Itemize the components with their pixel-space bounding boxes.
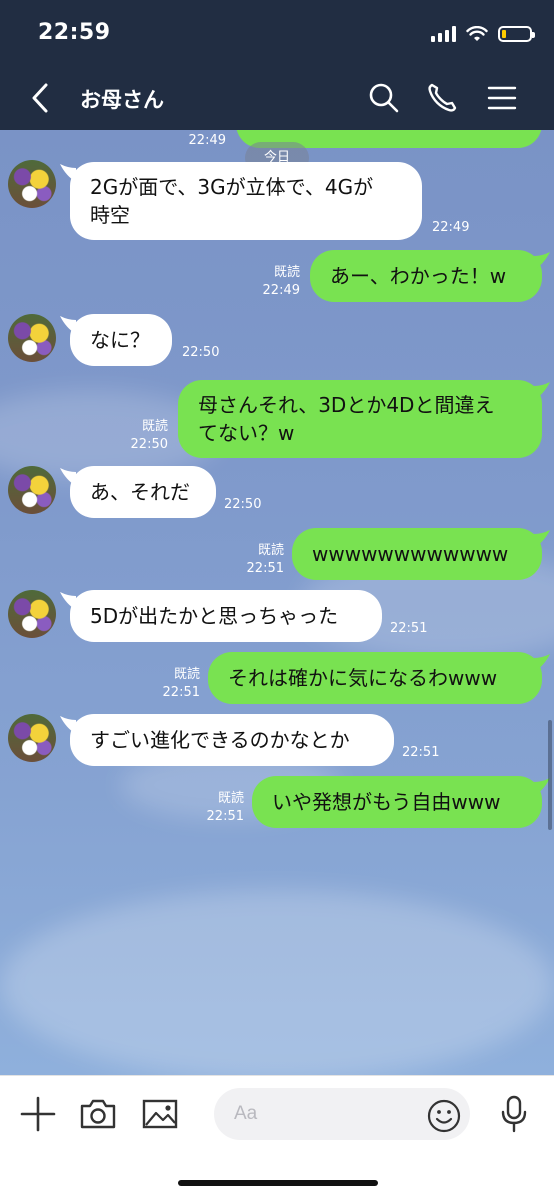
avatar[interactable]: [8, 466, 56, 514]
bubble-tail: [534, 382, 550, 400]
scrollbar[interactable]: [548, 720, 552, 830]
read-receipt: 既読: [173, 667, 200, 682]
message-text: 時空: [90, 203, 130, 227]
home-indicator[interactable]: [178, 1180, 378, 1186]
read-receipt: 既読: [257, 543, 284, 558]
message-time: 22:51: [390, 621, 428, 636]
battery-icon: [498, 26, 535, 42]
status-icons: [431, 22, 535, 46]
avatar[interactable]: [8, 160, 56, 208]
plus-icon[interactable]: [18, 1094, 58, 1134]
message-text: それは確かに気になるわwww: [228, 666, 498, 690]
message-text: 母さんそれ、3Dとか4Dと間違え: [198, 393, 495, 417]
message-time: 22:49: [432, 220, 470, 235]
message-time: 22:51: [162, 685, 200, 700]
message-text: wwwwwwwwwwww: [312, 542, 509, 566]
message-text: 2Gが面で、3Gが立体で、4Gが: [90, 175, 374, 199]
signal-icon: [431, 26, 456, 42]
bubble-tail: [534, 252, 550, 270]
bubble-tail: [534, 654, 550, 672]
image-icon[interactable]: [140, 1094, 180, 1134]
message-time: 22:50: [130, 437, 168, 452]
message-text: いや発想がもう自由www: [272, 790, 501, 814]
message-bubble[interactable]: すごい進化できるのかなとか: [70, 714, 394, 766]
chat-area[interactable]: 22:49 今日 2Gが面で、3Gが立体で、4Gが 時空 22:49 既読 22…: [0, 130, 554, 1075]
microphone-icon[interactable]: [494, 1094, 534, 1134]
avatar[interactable]: [8, 714, 56, 762]
message-time: 22:49: [262, 283, 300, 298]
message-bubble[interactable]: 5Dが出たかと思っちゃった: [70, 590, 382, 642]
message-time: 22:50: [182, 345, 220, 360]
bubble-tail: [534, 530, 550, 548]
search-icon[interactable]: [366, 80, 402, 116]
message-text: あ、それだ: [90, 480, 190, 504]
message-text: すごい進化できるのかなとか: [90, 728, 350, 752]
message-bubble[interactable]: それは確かに気になるわwww: [208, 652, 542, 704]
message-bubble[interactable]: なに？: [70, 314, 172, 366]
avatar[interactable]: [8, 314, 56, 362]
message-text: あー、わかった！w: [330, 264, 507, 288]
message-time: 22:51: [206, 809, 244, 824]
read-receipt: 既読: [217, 791, 244, 806]
read-receipt: 既読: [141, 419, 168, 434]
read-receipt: 既読: [273, 265, 300, 280]
chat-title: お母さん: [80, 88, 164, 112]
message-bubble[interactable]: wwwwwwwwwwww: [292, 528, 542, 580]
message-bubble[interactable]: いや発想がもう自由www: [252, 776, 542, 828]
message-bubble[interactable]: 母さんそれ、3Dとか4Dと間違え てない？w: [178, 380, 542, 458]
message-bubble[interactable]: あー、わかった！w: [310, 250, 542, 302]
camera-icon[interactable]: [78, 1094, 118, 1134]
message-text: てない？w: [198, 421, 295, 445]
avatar[interactable]: [8, 590, 56, 638]
wifi-icon: [466, 26, 488, 41]
message-time: 22:51: [402, 745, 440, 760]
top-bar: 22:59 お母さん: [0, 0, 554, 130]
status-time: 22:59: [38, 20, 111, 45]
menu-icon[interactable]: [484, 80, 520, 116]
message-time: 22:51: [246, 561, 284, 576]
message-text: 5Dが出たかと思っちゃった: [90, 604, 339, 628]
message-bubble[interactable]: あ、それだ: [70, 466, 216, 518]
message-text: なに？: [90, 328, 150, 352]
message-time: 22:49: [188, 133, 226, 148]
back-icon[interactable]: [28, 82, 52, 114]
message-time: 22:50: [224, 497, 262, 512]
phone-icon[interactable]: [424, 80, 460, 116]
emoji-icon[interactable]: [426, 1098, 462, 1134]
message-bubble[interactable]: 2Gが面で、3Gが立体で、4Gが 時空: [70, 162, 422, 240]
